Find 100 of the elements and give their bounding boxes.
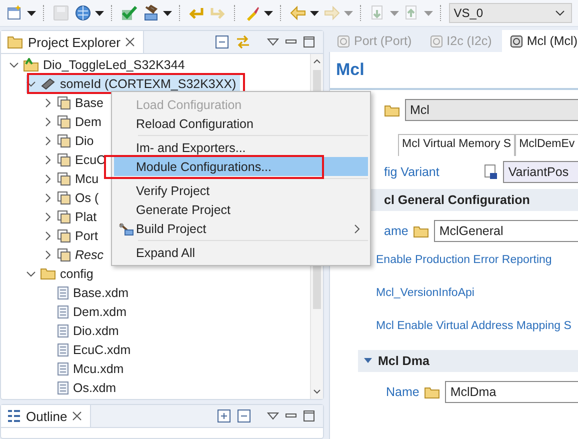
folder-icon [424,386,440,398]
editor-title: Mcl [335,59,366,81]
chevron-right-icon[interactable] [43,174,53,184]
view-menu-icon[interactable] [267,38,279,46]
chevron-right-icon[interactable] [43,116,53,126]
scroll-up-icon[interactable] [313,58,321,64]
document-icon [484,164,498,180]
menu-item[interactable]: Reload Configuration [114,114,368,133]
folder-icon [384,104,400,116]
chevron-down-icon [554,10,565,16]
module-icon [57,172,71,186]
tree-item[interactable]: Os.xdm [43,378,120,396]
globe-icon[interactable] [74,4,104,22]
collapse-all-icon[interactable] [237,409,251,423]
parameter-label[interactable]: Mcl Enable Virtual Address Mapping S [376,320,572,332]
name-field[interactable]: MclGeneral [434,220,578,242]
file-icon [57,380,69,394]
module-icon [57,248,71,262]
chevron-right-icon[interactable] [43,192,53,202]
editor-tab[interactable]: Mcl (Mcl) [502,30,578,52]
chevron-right-icon[interactable] [43,98,53,108]
module-icon [57,210,71,224]
tree-item[interactable]: Plat [43,208,101,226]
chevron-right-icon[interactable] [43,250,53,260]
outline-tab[interactable]: Outline [1,405,92,427]
tree-item[interactable]: EcuC [43,150,110,168]
parameter-label[interactable]: Enable Production Error Reporting [376,254,552,266]
chip-icon [40,76,56,90]
expand-all-icon[interactable] [217,409,231,423]
variant-dropdown[interactable]: VS_0 [448,3,572,23]
tree-item[interactable]: config [26,264,98,282]
module-icon [57,190,71,204]
folder-icon [40,266,56,280]
file-icon [57,324,69,338]
field-label: Name [386,385,420,399]
collapse-all-icon[interactable] [215,35,229,49]
view-menu-icon[interactable] [267,412,279,420]
scroll-down-icon[interactable] [313,389,321,395]
file-icon [57,362,69,376]
tree-item[interactable]: Dem.xdm [43,302,130,320]
chevron-down-icon[interactable] [26,78,36,88]
close-icon[interactable] [72,411,82,421]
module-icon [510,34,523,48]
hammer-icon [118,222,134,236]
name-field[interactable]: MclDma [445,381,578,403]
chevron-right-icon[interactable] [43,136,53,146]
module-icon [57,114,71,128]
folders-icon [7,35,23,49]
file-icon [57,342,69,356]
panel-title: Project Explorer [28,34,120,50]
chevron-right-icon[interactable] [43,154,53,164]
module-icon [57,134,71,148]
tree-item[interactable]: EcuC.xdm [43,340,135,358]
section-header[interactable]: Mcl Dma [358,350,578,372]
minimize-icon[interactable] [285,412,297,420]
tree-item[interactable]: Mcu [43,170,103,188]
menu-item[interactable]: Expand All [114,243,368,262]
chevron-down-icon[interactable] [9,60,19,70]
file-icon [57,286,69,300]
field-label: fig Variant [384,165,440,179]
menu-item[interactable]: Im- and Exporters... [114,138,368,157]
expanded-triangle-icon[interactable] [364,358,372,364]
tree-item[interactable]: Base [43,94,108,112]
chevron-down-icon[interactable] [26,268,36,278]
tree-item[interactable]: Dem [43,112,106,130]
tree-item[interactable]: Dio_ToggleLed_S32K344 [9,56,189,74]
field-label: ame [384,224,408,238]
new-file-icon[interactable] [6,4,36,22]
hammer-icon[interactable] [142,4,172,22]
tree-item[interactable]: Dio.xdm [43,322,123,340]
module-icon [57,96,71,110]
folder-icon [413,224,430,238]
back-arrow-icon[interactable] [289,4,320,22]
module-icon [337,34,350,48]
parameter-label[interactable]: Mcl_VersionInfoApi [376,286,474,298]
close-icon[interactable] [125,37,136,47]
chevron-right-icon[interactable] [43,212,53,222]
menu-item[interactable]: Build Project [114,219,368,238]
editor-subtab[interactable]: MclDemEv [515,134,578,156]
tree-item[interactable]: Resc [43,246,108,264]
maximize-icon[interactable] [303,36,315,48]
menu-item[interactable]: Module Configurations... [114,157,368,176]
tree-item[interactable]: someId (CORTEXM_S32K3XX) [26,74,240,92]
chevron-right-icon[interactable] [43,230,53,240]
variant-field[interactable]: VariantPos [503,161,578,183]
checkmark-icon[interactable] [120,4,138,22]
panel-title: Outline [26,408,68,424]
minimize-icon[interactable] [285,38,297,46]
tree-item[interactable]: Base.xdm [43,284,133,302]
name-field[interactable]: Mcl [405,99,578,121]
maximize-icon[interactable] [303,410,315,422]
module-icon [430,34,443,48]
tree-item[interactable]: Os ( [43,188,103,206]
project-explorer-tab[interactable]: Project Explorer [1,31,144,53]
outline-icon [7,409,21,423]
module-icon [57,152,71,166]
tree-item[interactable]: Dio [43,132,98,150]
editor-subtab[interactable]: Mcl Virtual Memory S [398,134,516,156]
tree-item[interactable]: Port [43,226,102,244]
tree-item[interactable]: Mcu.xdm [43,360,128,378]
